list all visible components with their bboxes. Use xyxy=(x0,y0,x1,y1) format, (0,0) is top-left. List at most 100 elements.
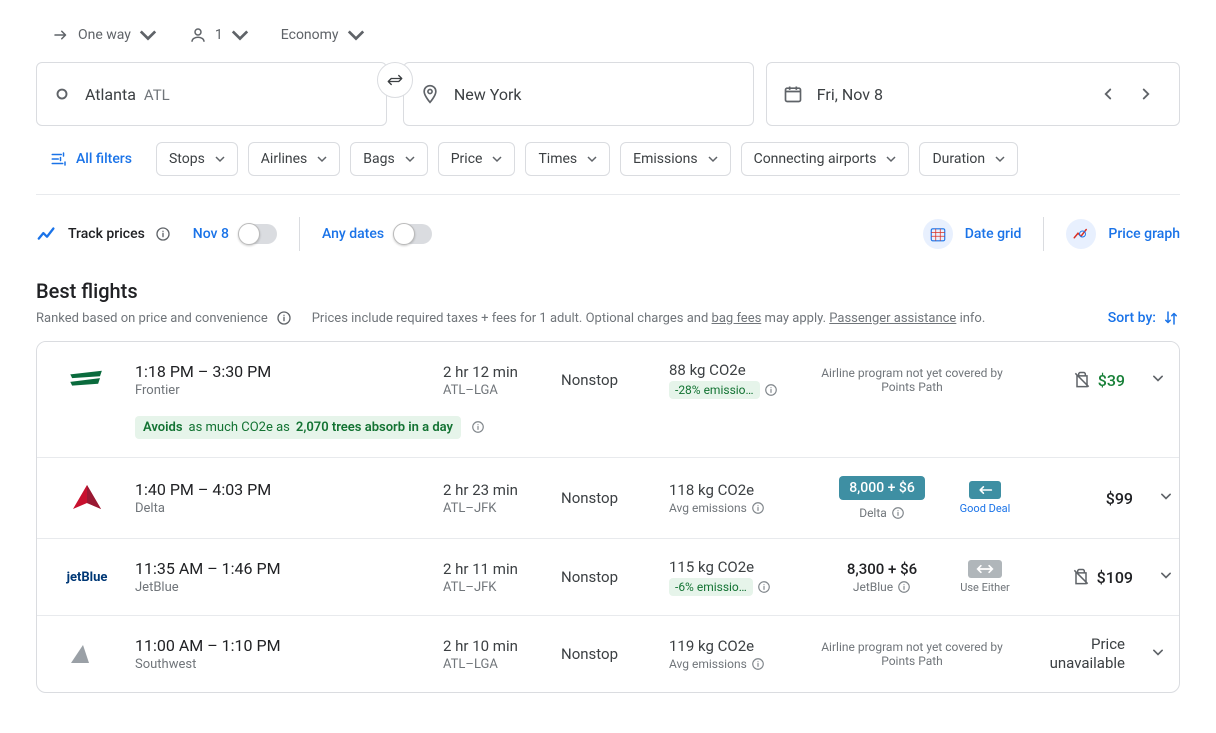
filter-chip-emissions[interactable]: Emissions xyxy=(620,142,730,176)
info-icon[interactable] xyxy=(751,657,765,671)
calendar-icon xyxy=(783,84,803,104)
flight-duration: 2 hr 11 min xyxy=(443,560,553,578)
flight-co2: 115 kg CO2e xyxy=(669,558,809,576)
arrow-left-icon xyxy=(977,484,993,496)
no-bag-icon xyxy=(1071,567,1091,587)
date-grid-label: Date grid xyxy=(965,226,1022,242)
flight-row[interactable]: 1:40 PM – 4:03 PM Delta 2 hr 23 min ATL–… xyxy=(37,458,1179,539)
chevron-down-icon xyxy=(886,154,896,164)
origin-text: Atlanta xyxy=(85,85,136,104)
passengers-select[interactable]: 1 xyxy=(185,20,253,50)
price-unavailable: Price unavailable xyxy=(1015,635,1125,674)
filter-chip-connecting-airports[interactable]: Connecting airports xyxy=(741,142,910,176)
trip-type-select[interactable]: One way xyxy=(48,20,161,50)
filter-chip-label: Connecting airports xyxy=(754,151,877,167)
track-date-toggle[interactable] xyxy=(239,224,277,244)
location-icon xyxy=(420,84,440,104)
filter-chip-label: Times xyxy=(538,151,577,167)
chevron-down-icon xyxy=(995,154,1005,164)
chevron-down-icon xyxy=(231,26,249,44)
info-icon[interactable] xyxy=(891,506,905,520)
bag-fees-link[interactable]: bag fees xyxy=(712,311,762,326)
date-next-button[interactable] xyxy=(1129,77,1163,111)
filter-chip-label: Airlines xyxy=(261,151,307,167)
filter-chip-label: Price xyxy=(451,151,483,167)
chevron-down-icon xyxy=(139,26,157,44)
passenger-assistance-link[interactable]: Passenger assistance xyxy=(829,311,956,326)
filter-chip-label: Duration xyxy=(932,151,985,167)
chevron-down-icon xyxy=(1156,486,1176,506)
info-icon[interactable] xyxy=(276,310,292,326)
info-icon[interactable] xyxy=(897,580,911,594)
origin-code: ATL xyxy=(144,86,170,104)
airline-name: Frontier xyxy=(135,383,435,398)
date-prev-button[interactable] xyxy=(1091,77,1125,111)
cabin-select[interactable]: Economy xyxy=(277,20,369,50)
separator xyxy=(1043,217,1044,251)
env-mid: as much CO2e as xyxy=(189,420,290,435)
any-dates-toggle[interactable] xyxy=(394,224,432,244)
search-row: Atlanta ATL New York Fri, Nov 8 xyxy=(36,62,1180,126)
flight-row[interactable]: 11:00 AM – 1:10 PM Southwest 2 hr 10 min… xyxy=(37,616,1179,692)
filter-chip-label: Bags xyxy=(363,151,394,167)
expand-button[interactable] xyxy=(1133,368,1180,392)
filter-chip-price[interactable]: Price xyxy=(438,142,516,176)
expand-button[interactable] xyxy=(1141,486,1180,510)
chevron-down-icon xyxy=(587,154,597,164)
price-graph-button[interactable]: Price graph xyxy=(1066,219,1180,249)
filter-chip-airlines[interactable]: Airlines xyxy=(248,142,340,176)
circle-icon xyxy=(53,85,71,103)
sort-by-button[interactable]: Sort by: xyxy=(1108,309,1180,327)
info-icon[interactable] xyxy=(764,383,778,397)
env-prefix: Avoids xyxy=(143,420,183,435)
deal-label: Good Deal xyxy=(960,502,1011,515)
price-graph-label: Price graph xyxy=(1108,226,1180,242)
info-icon[interactable] xyxy=(155,226,171,242)
track-row: Track prices Nov 8 Any dates Date grid xyxy=(36,217,1180,251)
chevron-down-icon xyxy=(1148,642,1168,662)
info-icon[interactable] xyxy=(757,580,771,594)
flight-list: 1:18 PM – 3:30 PM Frontier 2 hr 12 min A… xyxy=(36,341,1180,693)
info-suffix: info. xyxy=(956,311,985,326)
flight-route: ATL–LGA xyxy=(443,657,553,672)
arrow-right-icon xyxy=(52,26,70,44)
flight-row[interactable]: jetBlue 11:35 AM – 1:46 PM JetBlue 2 hr … xyxy=(37,539,1179,616)
any-dates-link[interactable]: Any dates xyxy=(322,226,384,242)
filter-chip-bags[interactable]: Bags xyxy=(350,142,427,176)
filter-chip-stops[interactable]: Stops xyxy=(156,142,238,176)
chevron-left-icon xyxy=(1099,85,1117,103)
flight-times: 1:18 PM – 3:30 PM xyxy=(135,362,435,381)
swap-button[interactable] xyxy=(377,62,413,98)
info-icon[interactable] xyxy=(471,420,485,434)
destination-input[interactable]: New York xyxy=(403,62,754,126)
points-note: Airline program not yet covered by Point… xyxy=(817,640,1007,668)
filter-chips-row: All filters Stops Airlines Bags Price Times E… xyxy=(36,142,1180,176)
info-icon[interactable] xyxy=(751,501,765,515)
arrows-both-icon xyxy=(976,563,994,575)
airline-name: Delta xyxy=(135,501,435,516)
airline-logo xyxy=(67,634,107,674)
expand-button[interactable] xyxy=(1133,642,1180,666)
prices-note-1: Prices include required taxes + fees for… xyxy=(312,311,712,326)
airline-logo xyxy=(67,360,107,400)
flight-stops: Nonstop xyxy=(561,489,661,507)
deal-label: Use Either xyxy=(960,581,1010,594)
expand-button[interactable] xyxy=(1141,565,1180,589)
filter-chip-times[interactable]: Times xyxy=(525,142,610,176)
filter-chip-duration[interactable]: Duration xyxy=(919,142,1018,176)
all-filters-button[interactable]: All filters xyxy=(36,142,146,176)
flight-times: 1:40 PM – 4:03 PM xyxy=(135,480,435,499)
track-date-link[interactable]: Nov 8 xyxy=(193,226,229,242)
points-badge: 8,000 + $6 xyxy=(839,476,925,500)
env-bold: 2,070 trees absorb in a day xyxy=(296,420,453,435)
date-grid-button[interactable]: Date grid xyxy=(923,219,1022,249)
cabin-label: Economy xyxy=(281,27,339,43)
flight-co2: 88 kg CO2e xyxy=(669,361,809,379)
flight-row[interactable]: 1:18 PM – 3:30 PM Frontier 2 hr 12 min A… xyxy=(37,342,1179,458)
chevron-down-icon xyxy=(215,154,225,164)
chevron-down-icon xyxy=(405,154,415,164)
flight-co2: 119 kg CO2e xyxy=(669,637,809,655)
origin-input[interactable]: Atlanta ATL xyxy=(36,62,387,126)
date-input[interactable]: Fri, Nov 8 xyxy=(766,62,1180,126)
chevron-down-icon xyxy=(347,26,365,44)
